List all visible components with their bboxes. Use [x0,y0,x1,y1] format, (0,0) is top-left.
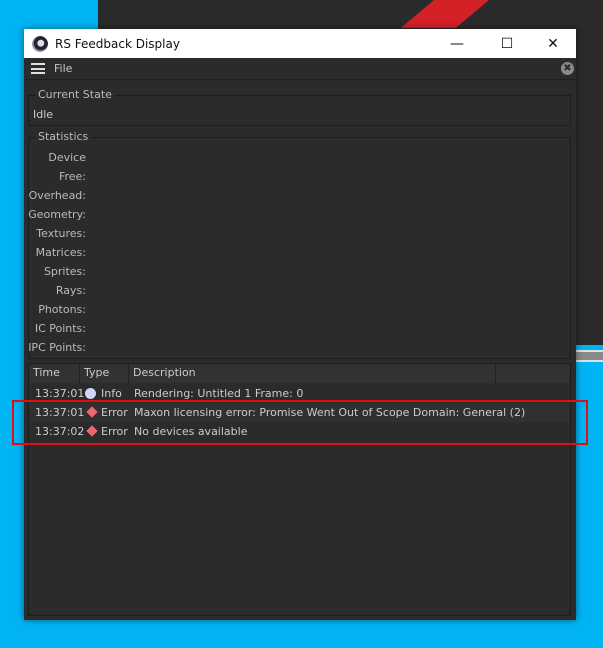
column-description[interactable]: Description [129,364,496,383]
stat-textures: Textures: [36,227,86,240]
current-state-label: Current State [35,88,115,101]
current-state-value: Idle [33,108,54,121]
maximize-button[interactable]: ☐ [484,29,530,58]
statistics-label: Statistics [35,130,92,143]
stat-photons: Photons: [38,303,86,316]
close-button[interactable]: ✕ [530,29,576,58]
stat-ic-points: IC Points: [34,322,86,335]
highlight-box [12,400,588,445]
column-time[interactable]: Time [29,364,80,383]
statistics-group: Statistics Device Free: Overhead: Geomet… [28,130,571,359]
stat-ipc-points: IPC Points: [28,341,86,354]
hamburger-menu-icon[interactable] [31,63,45,74]
minimize-button[interactable]: — [434,29,480,58]
log-description: Rendering: Untitled 1 Frame: 0 [134,387,304,400]
stat-geometry: Geometry: [28,208,86,221]
stat-sprites: Sprites: [43,265,86,278]
background-strip [576,350,603,362]
stat-overhead: Overhead: [28,189,86,202]
cinema4d-icon [32,35,48,52]
stat-free: Free: [58,170,86,183]
rs-feedback-window: RS Feedback Display — ☐ ✕ File ✖ Current… [24,29,576,620]
stat-rays: Rays: [55,284,86,297]
stat-device: Device [48,151,86,164]
window-title: RS Feedback Display [55,36,180,51]
log-header: Time Type Description [29,364,570,383]
menu-file[interactable]: File [54,62,72,75]
log-type: Info [101,387,122,400]
current-state-group: Current State Idle [28,88,571,126]
column-extra [496,364,570,383]
log-time: 13:37:01 [35,387,85,400]
stat-matrices: Matrices: [35,246,86,259]
menu-bar: File ✖ [24,58,576,80]
title-bar: RS Feedback Display — ☐ ✕ [24,29,576,58]
close-panel-icon[interactable]: ✖ [561,62,574,75]
column-type[interactable]: Type [80,364,129,383]
background-stripe [400,0,510,28]
info-icon [85,388,96,399]
